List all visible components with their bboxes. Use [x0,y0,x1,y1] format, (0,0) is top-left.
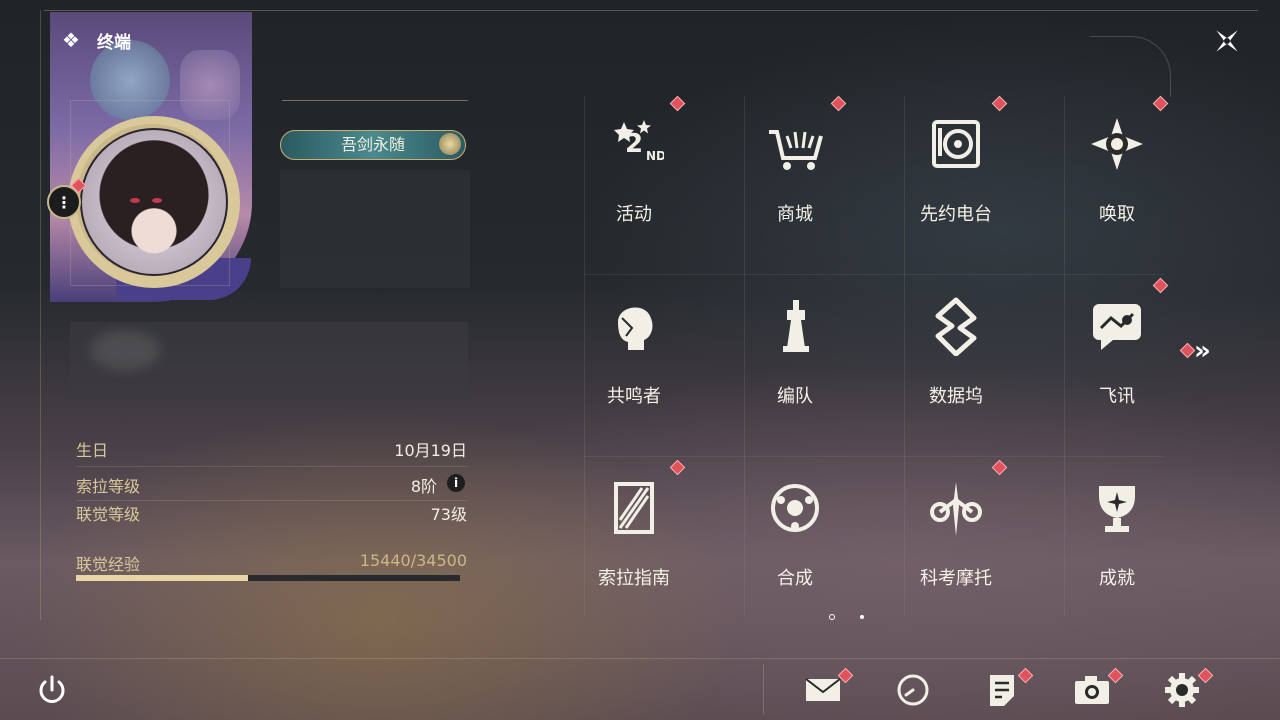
menu-item-label: 先约电台 [920,204,992,225]
close-icon [1216,30,1238,52]
union-exp-bar-fill [76,575,248,581]
achievement-icon [1087,478,1147,538]
union-exp-bar [76,575,460,581]
menu-item-badge [669,95,686,112]
team-icon [765,296,825,356]
page-indicator-active[interactable] [829,614,835,620]
avatar-eye-left [130,198,140,203]
terminal-title: 终端 [97,33,131,53]
bottom-separator [763,664,764,714]
info-icon[interactable]: i [447,474,465,492]
birthday-value: 10月19日 [394,441,467,460]
photo-button[interactable] [1072,670,1112,710]
union-level-value: 73级 [430,505,467,524]
title-badge[interactable]: 吾剑永随 [280,130,466,160]
frame-bottom-line [0,658,1280,659]
stat-divider [76,466,468,467]
menu-item-event[interactable]: 2 ND 活动 [554,95,714,278]
title-divider [282,100,468,101]
svg-text:ND: ND [646,149,664,163]
menu-item-label: 合成 [777,568,813,589]
menu-item-badge [1152,277,1169,294]
union-exp-label: 联觉经验 [76,555,141,574]
double-chevron-right-icon: » [1194,336,1211,366]
menu-item-achievement[interactable]: 成就 [1037,460,1197,642]
terminal-diamond-icon: ❖ [62,28,80,52]
resonator-icon [604,296,664,356]
notice-button[interactable] [982,670,1022,710]
birthday-label: 生日 [76,441,109,460]
menu-item-label: 唤取 [1099,204,1135,225]
power-button[interactable] [32,670,72,710]
menu-item-label: 飞讯 [1099,386,1135,407]
menu-item-badge [991,459,1008,476]
menu-item-label: 科考摩托 [920,568,992,589]
menu-item-guidebook[interactable]: 索拉指南 [554,459,714,642]
union-level-label: 联觉等级 [76,505,141,524]
motorcycle-icon [926,478,986,538]
union-exp-value: 15440/34500 [359,551,467,570]
convene-icon [1087,114,1147,174]
shop-icon [765,114,825,174]
close-button[interactable] [1210,24,1244,58]
menu-item-convene[interactable]: 唤取 [1037,95,1197,278]
menu-item-resonator[interactable]: 共鸣者 [554,278,714,460]
menu-item-motorcycle[interactable]: 科考摩托 [876,459,1036,642]
menu-item-label: 共鸣者 [607,386,661,407]
avatar-eye-right [152,198,162,203]
frame-left-line [40,10,41,620]
mail-button[interactable] [803,670,843,710]
menu-item-radio[interactable]: 先约电台 [876,95,1036,278]
menu-item-synthesis[interactable]: 合成 [715,460,875,642]
frame-corner-arc [1090,36,1171,97]
menu-item-badge [991,95,1008,112]
menu-item-label: 索拉指南 [598,568,670,589]
title-badge-emblem-icon [439,133,461,155]
settings-button[interactable] [1162,670,1202,710]
menu-item-label: 编队 [777,386,813,407]
settings-icon [1165,673,1199,707]
data-bank-icon [926,296,986,357]
timer-button[interactable] [893,670,933,710]
event-icon: 2 ND [604,114,666,174]
menu-item-badge [669,459,686,476]
blurred-spot [90,330,160,370]
frame-top-line [44,10,1258,11]
clock-icon [897,674,929,706]
camera-icon [1075,676,1109,704]
sol-rank-value: 8阶 [410,477,437,496]
notice-icon [990,675,1014,706]
blurred-info-panel [280,170,470,288]
message-icon [1087,296,1147,356]
synthesis-icon [765,478,825,538]
page-indicator[interactable] [860,615,864,619]
guidebook-icon [604,478,664,538]
mail-icon [805,678,841,701]
menu-item-badge [830,95,847,112]
sol-rank-label: 索拉等级 [76,477,141,496]
menu-item-label: 成就 [1099,568,1135,589]
title-badge-text: 吾剑永随 [340,135,405,154]
menu-item-label: 活动 [616,204,652,225]
menu-item-team[interactable]: 编队 [715,278,875,460]
menu-item-badge [1152,95,1169,112]
radio-icon [926,114,986,174]
menu-item-label: 商城 [777,204,813,225]
menu-item-shop[interactable]: 商城 [715,95,875,278]
menu-item-message[interactable]: 飞讯 [1037,277,1197,460]
menu-item-data-bank[interactable]: 数据坞 [876,278,1036,460]
power-icon [39,675,65,703]
next-page-button[interactable]: » [1194,336,1211,366]
menu-item-label: 数据坞 [929,386,983,407]
